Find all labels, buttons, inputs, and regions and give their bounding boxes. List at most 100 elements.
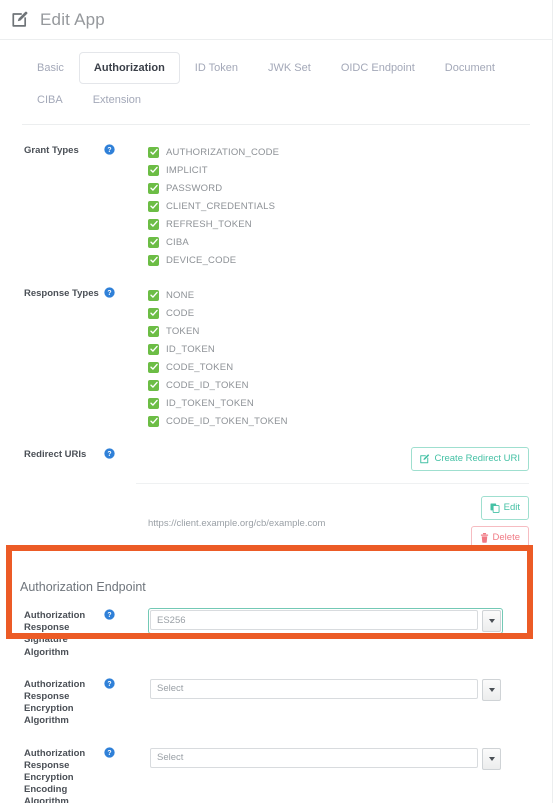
authorization-endpoint-section-title: Authorization Endpoint bbox=[20, 580, 146, 594]
checkbox-checked-icon[interactable] bbox=[148, 200, 159, 212]
checkbox-item[interactable]: CODE_TOKEN bbox=[148, 358, 538, 376]
response-types-options: NONE CODE TOKEN ID_TOKEN CODE_TOKEN CODE… bbox=[118, 286, 538, 430]
auth-response-encryption-encoding-algorithm-combobox[interactable]: Select bbox=[148, 746, 503, 772]
edit-redirect-uri-label: Edit bbox=[503, 502, 520, 513]
checkbox-item[interactable]: PASSWORD bbox=[148, 179, 538, 197]
checkbox-label: CODE bbox=[166, 307, 195, 319]
tab-jwk-set[interactable]: JWK Set bbox=[253, 52, 326, 84]
auth-response-encryption-algorithm-input[interactable]: Select bbox=[150, 678, 478, 699]
tab-authorization[interactable]: Authorization bbox=[78, 52, 180, 84]
auth-response-encryption-encoding-algorithm-input[interactable]: Select bbox=[150, 747, 478, 768]
auth-response-encryption-encoding-algorithm-row: Authorization Response Encryption Encodi… bbox=[0, 728, 552, 803]
checkbox-label: AUTHORIZATION_CODE bbox=[166, 146, 280, 158]
response-types-label: Response Types bbox=[24, 288, 99, 299]
checkbox-item[interactable]: NONE bbox=[148, 286, 538, 304]
checkbox-item[interactable]: CLIENT_CREDENTIALS bbox=[148, 197, 538, 215]
delete-redirect-uri-button[interactable]: Delete bbox=[470, 526, 529, 550]
delete-redirect-uri-label: Delete bbox=[492, 532, 520, 543]
checkbox-item[interactable]: CODE_ID_TOKEN_TOKEN bbox=[148, 412, 538, 430]
checkbox-item[interactable]: ID_TOKEN bbox=[148, 340, 538, 358]
checkbox-checked-icon[interactable] bbox=[148, 361, 159, 373]
checkbox-checked-icon[interactable] bbox=[148, 325, 159, 337]
checkbox-label: NONE bbox=[166, 289, 195, 301]
checkbox-item[interactable]: REFRESH_TOKEN bbox=[148, 215, 538, 233]
svg-text:?: ? bbox=[107, 290, 111, 297]
tab-extension[interactable]: Extension bbox=[78, 84, 156, 116]
checkbox-checked-icon[interactable] bbox=[148, 254, 159, 266]
copy-icon bbox=[490, 503, 500, 513]
checkbox-label: DEVICE_CODE bbox=[166, 254, 237, 266]
help-circle-icon[interactable]: ? bbox=[100, 746, 118, 803]
checkbox-checked-icon[interactable] bbox=[148, 236, 159, 248]
checkbox-item[interactable]: TOKEN bbox=[148, 322, 538, 340]
checkbox-label: ID_TOKEN_TOKEN bbox=[166, 397, 254, 409]
checkbox-checked-icon[interactable] bbox=[148, 415, 159, 427]
checkbox-item[interactable]: CIBA bbox=[148, 233, 538, 251]
tab-oidc-endpoint[interactable]: OIDC Endpoint bbox=[326, 52, 430, 84]
checkbox-checked-icon[interactable] bbox=[148, 146, 159, 158]
svg-text:?: ? bbox=[107, 681, 111, 688]
redirect-uri-row: https://client.example.org/cb/example.co… bbox=[136, 484, 538, 564]
trash-icon bbox=[480, 533, 489, 543]
help-circle-icon[interactable]: ? bbox=[100, 286, 118, 430]
create-redirect-uri-label: Create Redirect URI bbox=[434, 453, 520, 464]
auth-response-signature-algorithm-input[interactable]: ES256 bbox=[150, 610, 478, 630]
svg-text:?: ? bbox=[107, 147, 111, 154]
checkbox-item[interactable]: ID_TOKEN_TOKEN bbox=[148, 394, 538, 412]
auth-response-encryption-algorithm-label: Authorization Response Encryption Algori… bbox=[24, 678, 86, 727]
tab-bar: Basic Authorization ID Token JWK Set OID… bbox=[0, 40, 552, 116]
svg-text:?: ? bbox=[107, 451, 111, 458]
tab-ciba[interactable]: CIBA bbox=[22, 84, 78, 116]
auth-response-encryption-encoding-algorithm-label: Authorization Response Encryption Encodi… bbox=[24, 747, 86, 803]
chevron-down-icon[interactable] bbox=[482, 747, 501, 770]
create-redirect-uri-button[interactable]: Create Redirect URI bbox=[411, 447, 529, 471]
redirect-uris-row: Redirect URIs ? Create Redirect URI http… bbox=[0, 430, 552, 564]
edit-app-page: Edit App Basic Authorization ID Token JW… bbox=[0, 0, 553, 803]
checkbox-checked-icon[interactable] bbox=[148, 218, 159, 230]
auth-response-encryption-algorithm-combobox[interactable]: Select bbox=[148, 677, 503, 703]
help-circle-icon[interactable]: ? bbox=[100, 677, 118, 728]
auth-response-encryption-algorithm-body: Select bbox=[118, 677, 538, 728]
redirect-uri-value: https://client.example.org/cb/example.co… bbox=[148, 517, 326, 529]
help-circle-icon[interactable]: ? bbox=[100, 143, 118, 269]
checkbox-checked-icon[interactable] bbox=[148, 343, 159, 355]
checkbox-label: CLIENT_CREDENTIALS bbox=[166, 200, 276, 212]
checkbox-label: TOKEN bbox=[166, 325, 200, 337]
tab-basic[interactable]: Basic bbox=[22, 52, 79, 84]
auth-response-signature-algorithm-row: Authorization Response Signature Algorit… bbox=[0, 604, 552, 659]
edit-square-icon bbox=[10, 10, 30, 30]
checkbox-checked-icon[interactable] bbox=[148, 164, 159, 176]
checkbox-checked-icon[interactable] bbox=[148, 182, 159, 194]
page-header: Edit App bbox=[0, 0, 552, 40]
checkbox-checked-icon[interactable] bbox=[148, 379, 159, 391]
checkbox-checked-icon[interactable] bbox=[148, 397, 159, 409]
chevron-down-icon[interactable] bbox=[482, 678, 501, 701]
grant-types-row: Grant Types ? AUTHORIZATION_CODE IMPLICI… bbox=[0, 125, 552, 269]
checkbox-label: REFRESH_TOKEN bbox=[166, 218, 252, 230]
help-circle-icon[interactable]: ? bbox=[100, 447, 118, 564]
checkbox-item[interactable]: IMPLICIT bbox=[148, 161, 538, 179]
auth-response-encryption-encoding-algorithm-body: Select bbox=[118, 746, 538, 803]
checkbox-checked-icon[interactable] bbox=[148, 289, 159, 301]
auth-response-encryption-algorithm-row: Authorization Response Encryption Algori… bbox=[0, 659, 552, 728]
auth-response-signature-algorithm-combobox[interactable]: ES256 bbox=[148, 608, 503, 634]
auth-response-signature-algorithm-body: ES256 bbox=[118, 608, 538, 659]
checkbox-checked-icon[interactable] bbox=[148, 307, 159, 319]
redirect-uris-body: Create Redirect URI https://client.examp… bbox=[118, 447, 538, 564]
grant-types-options: AUTHORIZATION_CODE IMPLICIT PASSWORD CLI… bbox=[118, 143, 538, 269]
response-types-row: Response Types ? NONE CODE TOKEN ID_TOKE… bbox=[0, 269, 552, 430]
checkbox-item[interactable]: CODE_ID_TOKEN bbox=[148, 376, 538, 394]
page-title: Edit App bbox=[40, 9, 105, 29]
checkbox-item[interactable]: AUTHORIZATION_CODE bbox=[148, 143, 538, 161]
checkbox-item[interactable]: DEVICE_CODE bbox=[148, 251, 538, 269]
chevron-down-icon[interactable] bbox=[482, 610, 501, 632]
tab-id-token[interactable]: ID Token bbox=[180, 52, 253, 84]
tab-document[interactable]: Document bbox=[430, 52, 510, 84]
edit-square-icon bbox=[420, 454, 430, 464]
redirect-uris-label: Redirect URIs bbox=[24, 449, 87, 460]
help-circle-icon[interactable]: ? bbox=[100, 608, 118, 659]
checkbox-item[interactable]: CODE bbox=[148, 304, 538, 322]
svg-text:?: ? bbox=[107, 612, 111, 619]
edit-redirect-uri-button[interactable]: Edit bbox=[480, 496, 529, 520]
checkbox-label: CODE_TOKEN bbox=[166, 361, 234, 373]
